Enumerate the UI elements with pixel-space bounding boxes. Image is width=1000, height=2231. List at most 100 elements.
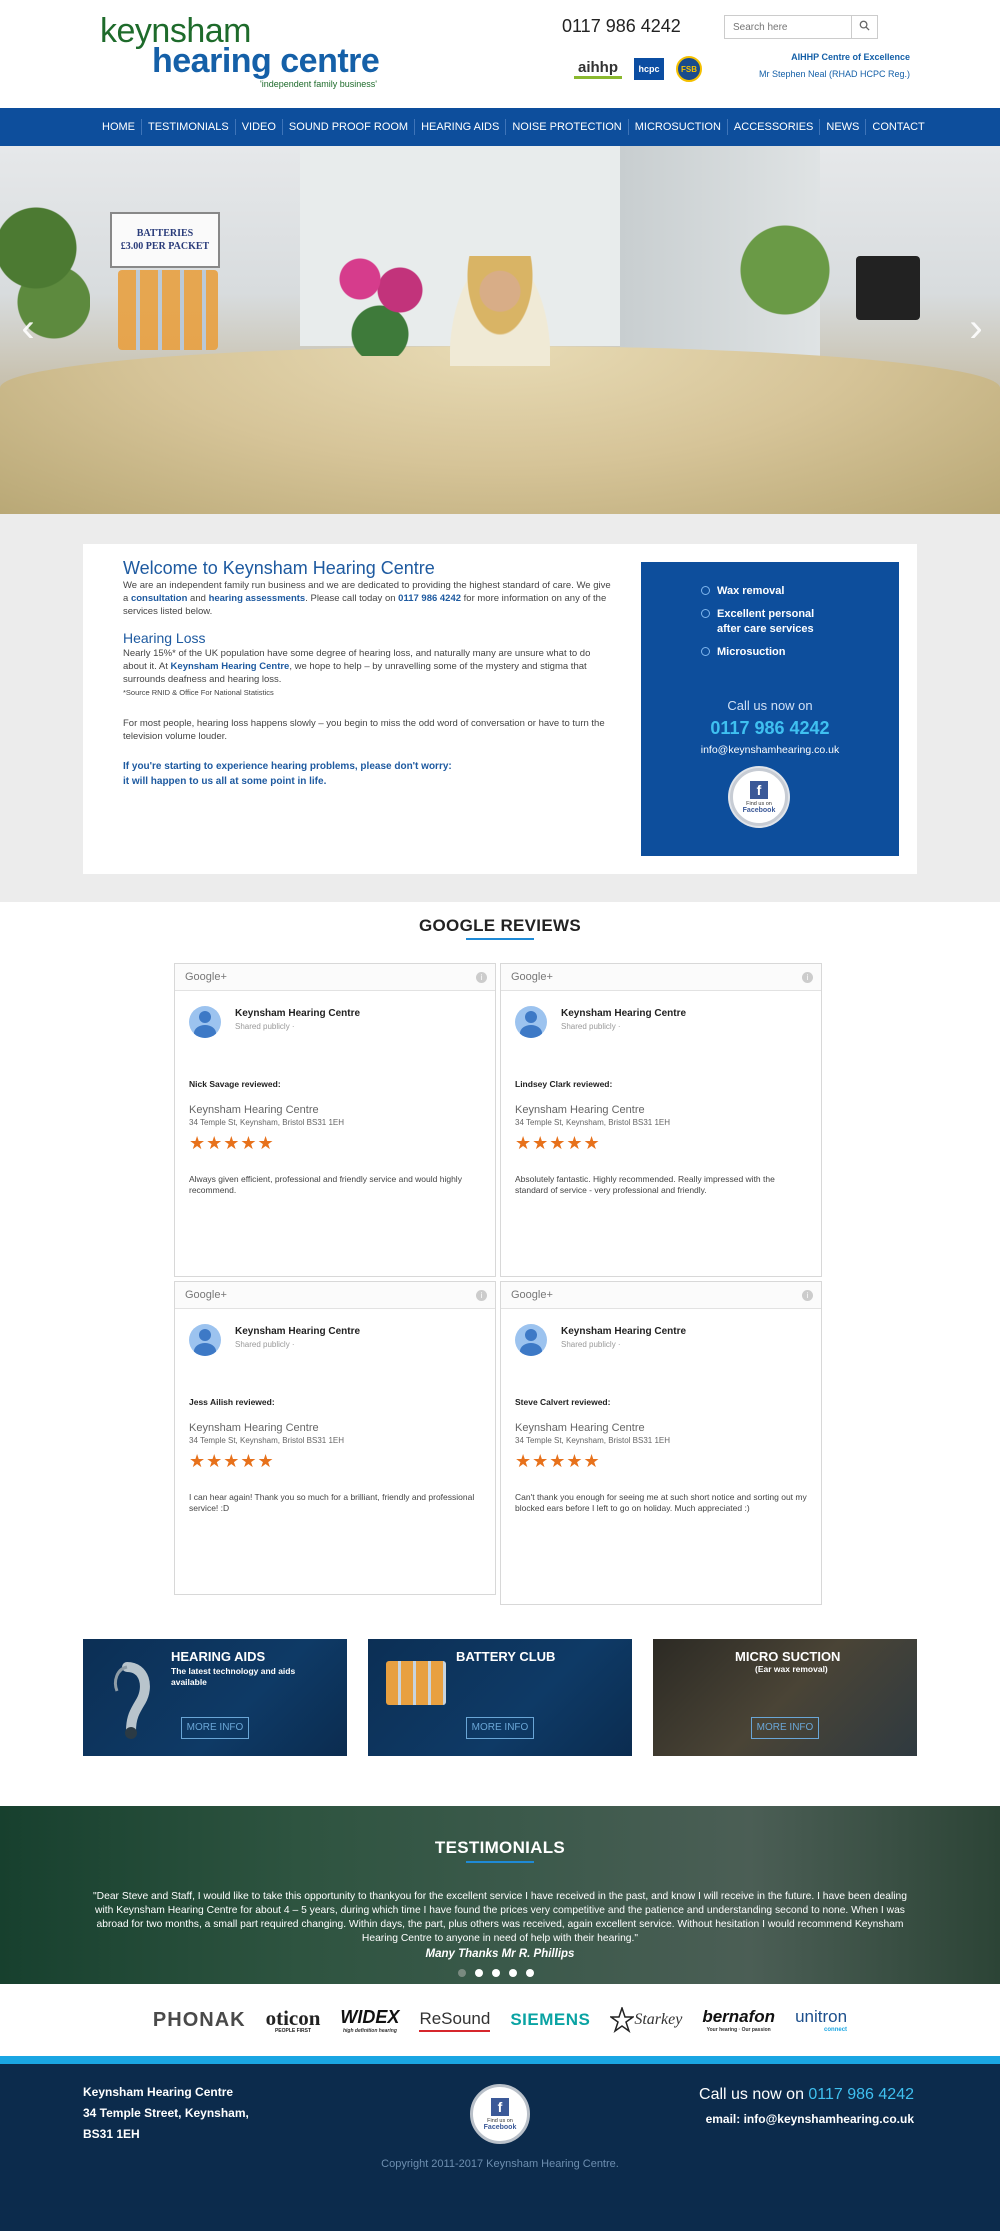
info-icon[interactable]: i	[802, 1290, 813, 1301]
facebook-button[interactable]: f Find us on Facebook	[730, 768, 788, 826]
nav-item-noise-protection[interactable]: NOISE PROTECTION	[506, 119, 629, 135]
review-address: 34 Temple St, Keynsham, Bristol BS31 1EH	[189, 1118, 345, 1127]
google-plus-label: Google+	[511, 1289, 553, 1301]
service-item[interactable]: Wax removal	[701, 584, 821, 599]
welcome-intro: We are an independent family run busines…	[123, 579, 613, 618]
info-icon[interactable]: i	[476, 1290, 487, 1301]
review-address: 34 Temple St, Keynsham, Bristol BS31 1EH	[515, 1118, 671, 1127]
oticon-tagline: PEOPLE FIRST	[274, 2028, 312, 2034]
reviewer-name: Jess Ailish reviewed:	[189, 1397, 275, 1407]
slide-dot[interactable]	[458, 1969, 466, 1977]
site-footer: Keynsham Hearing Centre 34 Temple Street…	[0, 2064, 1000, 2231]
star-rating-icon: ★★★★★	[189, 1451, 275, 1471]
promo-battery-club[interactable]: BATTERY CLUB MORE INFO	[368, 1639, 632, 1756]
promo-hearing-aids[interactable]: HEARING AIDS The latest technology and a…	[83, 1639, 347, 1756]
phonak-logo[interactable]: PHONAK	[153, 2009, 246, 2032]
keynsham-hearing-centre-link[interactable]: Keynsham Hearing Centre	[171, 661, 290, 672]
aihhp-logo[interactable]: aihhp	[574, 59, 622, 79]
bernafon-logo[interactable]: bernafon Your hearing · Our passion	[702, 2007, 775, 2033]
review-text: Always given efficient, professional and…	[189, 1174, 462, 1195]
testimonials-title: TESTIMONIALS	[434, 1838, 566, 1857]
review-card-header: Google+ i	[175, 964, 495, 991]
more-info-button[interactable]: MORE INFO	[751, 1717, 819, 1739]
review-business-name[interactable]: Keynsham Hearing Centre	[235, 1326, 360, 1337]
logo-line2: hearing centre	[152, 42, 380, 80]
service-item[interactable]: Excellent personal after care services	[701, 607, 821, 637]
search-button[interactable]	[851, 16, 877, 38]
widex-logo[interactable]: WIDEX high definition hearing	[340, 2007, 399, 2034]
nav-item-home[interactable]: HOME	[96, 119, 142, 135]
review-card: Google+ i Keynsham Hearing Centre Shared…	[500, 1281, 822, 1605]
hearing-assessments-link[interactable]: hearing assessments	[209, 593, 306, 604]
battery-sign-line2: £3.00 PER PACKET	[120, 241, 210, 252]
fsb-logo[interactable]: FSB	[676, 56, 702, 82]
welcome-text-column: Welcome to Keynsham Hearing Centre We ar…	[123, 559, 613, 789]
slide-dot[interactable]	[526, 1969, 534, 1977]
siemens-logo[interactable]: SIEMENS	[510, 2010, 590, 2030]
footer-accent-stripe	[0, 2056, 1000, 2064]
testimonial-author: Many Thanks Mr R. Phillips	[425, 1948, 575, 1960]
hero-slider: BATTERIES £3.00 PER PACKET ‹ ›	[0, 146, 1000, 514]
consultation-link[interactable]: consultation	[131, 593, 187, 604]
header-phone[interactable]: 0117 986 4242	[562, 16, 681, 37]
avatar	[515, 1006, 547, 1038]
info-icon[interactable]: i	[476, 972, 487, 983]
bernafon-tagline: Your hearing · Our passion	[706, 2027, 771, 2033]
review-place-name: Keynsham Hearing Centre	[515, 1104, 645, 1116]
source-note: *Source RNID & Office For National Stati…	[123, 688, 274, 697]
nav-item-video[interactable]: VIDEO	[236, 119, 283, 135]
services-call-label: Call us now on	[727, 698, 813, 713]
footer-address: Keynsham Hearing Centre 34 Temple Street…	[83, 2082, 249, 2145]
nav-item-hearing-aids[interactable]: HEARING AIDS	[415, 119, 507, 135]
reviews-title: GOOGLE REVIEWS	[419, 916, 581, 935]
site-header: keynsham hearing centre 'independent fam…	[0, 0, 1000, 108]
starkey-logo[interactable]: Starkey	[610, 2007, 682, 2033]
oticon-logo[interactable]: oticon PEOPLE FIRST	[266, 2006, 321, 2034]
review-business-name[interactable]: Keynsham Hearing Centre	[561, 1326, 686, 1337]
slide-dot[interactable]	[475, 1969, 483, 1977]
slider-next-arrow-icon[interactable]: ›	[964, 304, 988, 352]
star-rating-icon: ★★★★★	[189, 1133, 275, 1153]
site-logo[interactable]: keynsham hearing centre 'independent fam…	[100, 14, 380, 89]
footer-address-line2: 34 Temple Street, Keynsham,	[83, 2106, 249, 2120]
intro-phone-link[interactable]: 0117 986 4242	[398, 593, 461, 604]
nav-item-news[interactable]: NEWS	[820, 119, 867, 135]
slide-dot[interactable]	[492, 1969, 500, 1977]
nav-item-microsuction[interactable]: MICROSUCTION	[629, 119, 728, 135]
services-phone[interactable]: 0117 986 4242	[641, 718, 899, 739]
promo-subtitle: The latest technology and aids available	[171, 1666, 296, 1687]
promo-title: MICRO SUCTION	[735, 1649, 841, 1664]
review-card: Google+ i Keynsham Hearing Centre Shared…	[174, 1281, 496, 1595]
review-address: 34 Temple St, Keynsham, Bristol BS31 1EH	[515, 1436, 671, 1445]
footer-email[interactable]: email: info@keynshamhearing.co.uk	[706, 2112, 914, 2126]
services-email[interactable]: info@keynshamhearing.co.uk	[641, 744, 899, 756]
search-input[interactable]	[725, 16, 851, 38]
review-address: 34 Temple St, Keynsham, Bristol BS31 1EH	[189, 1436, 345, 1445]
facebook-icon: f	[491, 2097, 509, 2116]
resound-logo[interactable]: ReSound	[419, 2009, 491, 2032]
more-info-button[interactable]: MORE INFO	[181, 1717, 249, 1739]
nav-item-sound-proof-room[interactable]: SOUND PROOF ROOM	[283, 119, 416, 135]
avatar	[189, 1006, 221, 1038]
unitron-logo[interactable]: unitron connect	[795, 2007, 847, 2033]
more-info-button[interactable]: MORE INFO	[466, 1717, 534, 1739]
slide-dot[interactable]	[509, 1969, 517, 1977]
info-icon[interactable]: i	[802, 972, 813, 983]
testimonial-pagination	[458, 1969, 534, 1977]
review-business-name[interactable]: Keynsham Hearing Centre	[561, 1008, 686, 1019]
service-label: Excellent personal after care services	[717, 608, 815, 635]
nav-item-testimonials[interactable]: TESTIMONIALS	[142, 119, 236, 135]
hero-reception-counter	[0, 346, 1000, 514]
promo-micro-suction[interactable]: MICRO SUCTION (Ear wax removal) MORE INF…	[653, 1639, 917, 1756]
logo-tagline: 'independent family business'	[260, 79, 378, 89]
footer-phone[interactable]: 0117 986 4242	[808, 2086, 914, 2103]
service-item[interactable]: Microsuction	[701, 645, 821, 660]
nav-item-contact[interactable]: CONTACT	[866, 119, 930, 135]
bernafon-wordmark: bernafon	[702, 2007, 776, 2026]
review-business-name[interactable]: Keynsham Hearing Centre	[235, 1008, 360, 1019]
footer-facebook-button[interactable]: f Find us on Facebook	[470, 2084, 530, 2144]
nav-item-accessories[interactable]: ACCESSORIES	[728, 119, 821, 135]
testimonials-title-underline	[466, 1861, 534, 1863]
slider-prev-arrow-icon[interactable]: ‹	[16, 304, 40, 352]
hcpc-logo[interactable]: hcpc	[634, 58, 664, 80]
